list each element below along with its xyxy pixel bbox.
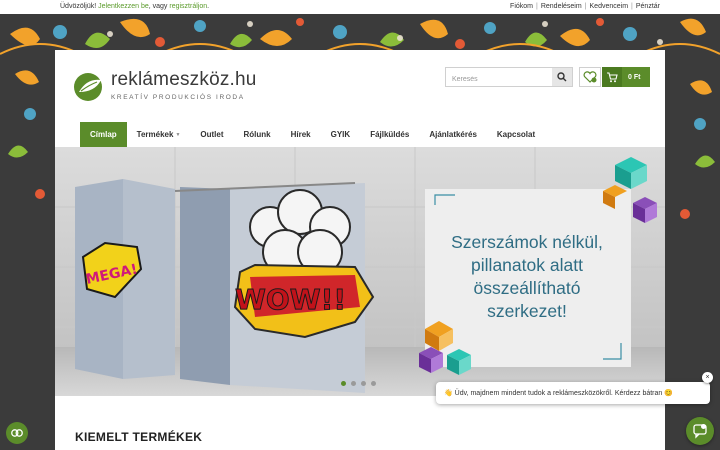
chat-launcher-button[interactable]	[686, 417, 714, 445]
main-navigation: Címlap Termékek ▼ Outlet Rólunk Hírek GYI…	[80, 122, 640, 147]
cookie-settings-button[interactable]	[6, 422, 28, 444]
welcome-message: Üdvözöljük! Jelentkezzen be, vagy regisz…	[60, 3, 209, 10]
search-box	[445, 67, 573, 89]
heart-icon	[583, 71, 597, 83]
account-link[interactable]: Fiókom	[510, 3, 533, 10]
link-icon	[11, 429, 23, 437]
welcome-end: .	[207, 3, 210, 10]
hero-line-1: Szerszámok nélkül,	[451, 232, 603, 252]
orders-link[interactable]: Rendeléseim	[541, 3, 582, 10]
chevron-down-icon: ▼	[175, 131, 181, 138]
welcome-prefix: Üdvözöljük!	[60, 3, 97, 10]
logo-tagline: KREATÍV PRODUKCIÓS IRODA	[111, 94, 245, 101]
nav-item-products[interactable]: Termékek ▼	[127, 122, 191, 147]
login-link[interactable]: Jelentkezzen be	[98, 3, 149, 10]
chat-icon	[693, 424, 707, 439]
search-input[interactable]	[446, 70, 551, 89]
search-button[interactable]	[552, 68, 572, 86]
slide-dot-3[interactable]	[361, 381, 366, 386]
logo-leaf-icon[interactable]	[73, 72, 107, 102]
nav-item-about[interactable]: Rólunk	[234, 122, 281, 147]
search-icon	[557, 72, 567, 82]
site-header: reklámeszköz.hu KREATÍV PRODUKCIÓS IRODA	[55, 50, 665, 122]
featured-products-heading: KIEMELT TERMÉKEK	[75, 430, 203, 444]
hero-slider[interactable]: MEGA! WOW!! Szerszámok nélkül, pillanato…	[55, 147, 665, 396]
logo-name[interactable]: reklámeszköz.hu	[111, 69, 257, 91]
nav-item-outlet[interactable]: Outlet	[190, 122, 233, 147]
chat-close-button[interactable]: ×	[702, 372, 713, 383]
chat-greeting-bubble[interactable]: 👋 Üdv, majdnem mindent tudok a reklámesz…	[436, 382, 710, 404]
favorites-button[interactable]	[579, 67, 601, 87]
hero-headline: Szerszámok nélkül, pillanatok alatt össz…	[429, 231, 625, 323]
slide-dot-1[interactable]	[341, 381, 346, 386]
slide-dot-2[interactable]	[351, 381, 356, 386]
checkout-link[interactable]: Pénztár	[636, 3, 660, 10]
cart-icon-wrap	[602, 67, 622, 87]
nav-item-news[interactable]: Hírek	[281, 122, 321, 147]
hero-line-4: szerkezet!	[487, 301, 567, 321]
nav-item-contact[interactable]: Kapcsolat	[487, 122, 545, 147]
nav-item-products-label: Termékek	[136, 130, 174, 139]
slide-dot-4[interactable]	[371, 381, 376, 386]
slider-pagination	[341, 381, 376, 386]
top-bar: Üdvözöljük! Jelentkezzen be, vagy regisz…	[0, 0, 720, 14]
cart-icon	[607, 71, 618, 82]
nav-item-file-upload[interactable]: Fájlküldés	[360, 122, 419, 147]
account-links: Fiókom | Rendeléseim | Kedvenceim | Pénztár	[510, 3, 660, 10]
welcome-mid: , vagy	[148, 3, 168, 10]
wow-badge-text: WOW!!	[235, 283, 346, 316]
register-link[interactable]: regisztráljon	[169, 3, 207, 10]
nav-item-faq[interactable]: GYIK	[321, 122, 361, 147]
nav-item-home[interactable]: Címlap	[80, 122, 127, 147]
nav-item-quote-request[interactable]: Ajánlatkérés	[419, 122, 487, 147]
cart-button[interactable]: 0 Ft	[602, 67, 650, 87]
favorites-link[interactable]: Kedvenceim	[590, 3, 629, 10]
hero-line-2: pillanatok alatt	[471, 255, 583, 275]
hero-line-3: összeállítható	[473, 278, 581, 298]
cart-total: 0 Ft	[628, 73, 641, 81]
